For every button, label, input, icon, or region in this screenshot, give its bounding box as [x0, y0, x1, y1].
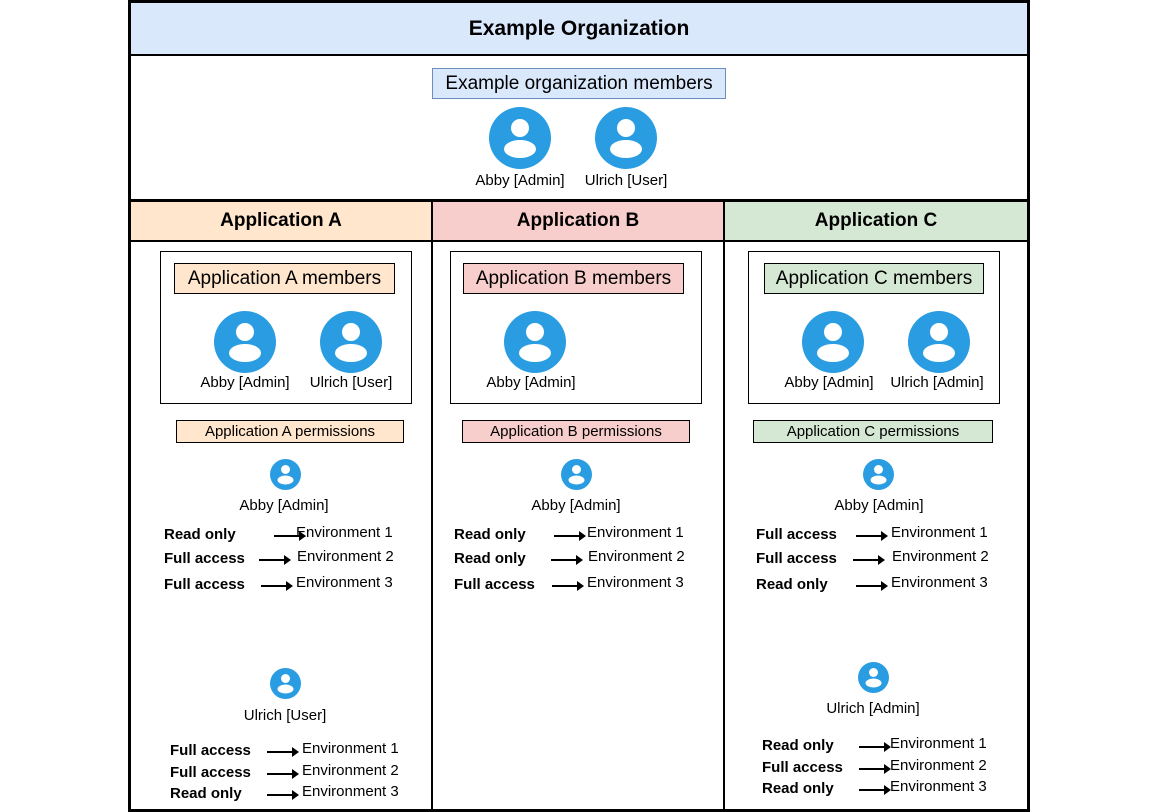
permission-member-label: Ulrich [User]: [243, 707, 327, 724]
environment-name: Environment 3: [296, 574, 393, 591]
application-a-column: Application A Application A members Abby…: [131, 202, 433, 812]
organization-title: Example Organization: [131, 3, 1027, 56]
environment-name: Environment 3: [587, 574, 684, 591]
access-level: Read only: [164, 526, 236, 543]
organization-members-section: Example organization members Abby [Admin…: [131, 56, 1027, 202]
arrow-right-icon: [856, 531, 888, 541]
access-level: Full access: [170, 764, 251, 781]
member-label: Abby [Admin]: [784, 374, 874, 391]
environment-name: Environment 2: [892, 548, 989, 565]
member-label: Abby [Admin]: [200, 374, 290, 391]
arrow-right-icon: [261, 581, 293, 591]
application-members-label: Application C members: [764, 263, 984, 294]
permission-member-label: Abby [Admin]: [239, 497, 329, 514]
application-b-column: Application B Application B members Abby…: [433, 202, 725, 812]
arrow-right-icon: [267, 769, 299, 779]
user-avatar-icon: [561, 459, 592, 490]
access-level: Read only: [756, 576, 828, 593]
access-level: Full access: [164, 550, 245, 567]
arrow-right-icon: [859, 764, 891, 774]
user-avatar-icon: [504, 311, 566, 373]
arrow-right-icon: [853, 555, 885, 565]
user-avatar-icon: [214, 311, 276, 373]
permission-member-label: Ulrich [Admin]: [826, 700, 920, 717]
access-level: Read only: [454, 550, 526, 567]
environment-name: Environment 1: [302, 740, 399, 757]
application-title: Application C: [725, 202, 1027, 242]
member-label: Ulrich [Admin]: [890, 374, 984, 391]
application-members-box: Application B members Abby [Admin]: [450, 251, 702, 404]
access-level: Full access: [756, 550, 837, 567]
arrow-right-icon: [856, 581, 888, 591]
environment-name: Environment 1: [587, 524, 684, 541]
environment-name: Environment 2: [302, 762, 399, 779]
arrow-right-icon: [259, 555, 291, 565]
user-avatar-icon: [858, 662, 889, 693]
access-level: Full access: [762, 759, 843, 776]
access-level: Full access: [164, 576, 245, 593]
environment-name: Environment 1: [891, 524, 988, 541]
environment-name: Environment 2: [588, 548, 685, 565]
application-title: Application A: [131, 202, 431, 242]
user-avatar-icon: [489, 107, 551, 169]
access-level: Read only: [762, 780, 834, 797]
arrow-right-icon: [551, 555, 583, 565]
application-permissions-label: Application A permissions: [176, 420, 404, 443]
user-avatar-icon: [863, 459, 894, 490]
permission-member-label: Abby [Admin]: [834, 497, 924, 514]
application-permissions-label: Application C permissions: [753, 420, 993, 443]
user-avatar-icon: [320, 311, 382, 373]
user-avatar-icon: [595, 107, 657, 169]
arrow-right-icon: [267, 790, 299, 800]
environment-name: Environment 1: [296, 524, 393, 541]
environment-name: Environment 3: [302, 783, 399, 800]
organization-members-label: Example organization members: [432, 68, 726, 99]
application-members-label: Application B members: [463, 263, 684, 294]
environment-name: Environment 3: [890, 778, 987, 795]
application-title: Application B: [433, 202, 723, 242]
user-avatar-icon: [908, 311, 970, 373]
arrow-right-icon: [554, 531, 586, 541]
access-level: Full access: [170, 742, 251, 759]
organization-diagram: Example Organization Example organizatio…: [128, 0, 1030, 812]
user-avatar-icon: [270, 668, 301, 699]
arrow-right-icon: [859, 785, 891, 795]
application-members-box: Application C members Abby [Admin] Ulric…: [748, 251, 1000, 404]
environment-name: Environment 2: [297, 548, 394, 565]
access-level: Full access: [454, 576, 535, 593]
application-permissions-label: Application B permissions: [462, 420, 690, 443]
permission-member-label: Abby [Admin]: [531, 497, 621, 514]
member-label: Abby [Admin]: [475, 172, 565, 189]
arrow-right-icon: [267, 747, 299, 757]
access-level: Full access: [756, 526, 837, 543]
arrow-right-icon: [552, 581, 584, 591]
member-label: Ulrich [User]: [584, 172, 668, 189]
environment-name: Environment 3: [891, 574, 988, 591]
environment-name: Environment 1: [890, 735, 987, 752]
user-avatar-icon: [802, 311, 864, 373]
member-label: Ulrich [User]: [309, 374, 393, 391]
access-level: Read only: [170, 785, 242, 802]
application-c-column: Application C Application C members Abby…: [725, 202, 1027, 812]
environment-name: Environment 2: [890, 757, 987, 774]
member-label: Abby [Admin]: [486, 374, 576, 391]
access-level: Read only: [454, 526, 526, 543]
user-avatar-icon: [270, 459, 301, 490]
application-members-box: Application A members Abby [Admin] Ulric…: [160, 251, 412, 404]
arrow-right-icon: [859, 742, 891, 752]
application-members-label: Application A members: [174, 263, 395, 294]
access-level: Read only: [762, 737, 834, 754]
